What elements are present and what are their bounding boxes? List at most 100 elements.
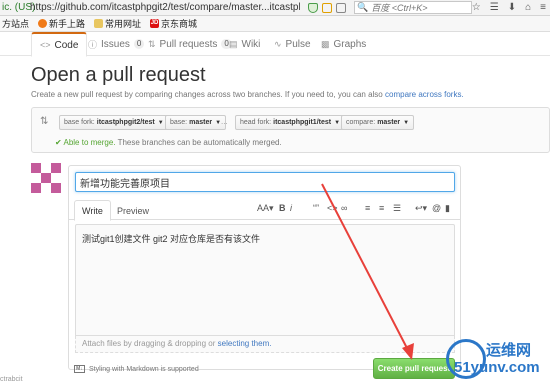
pull-request-form: Write Preview AA▾ B i “” <> ∞ ≡ ≡ ☰ ↩▾ @… [68, 165, 461, 370]
graph-icon: ▩ [321, 38, 330, 49]
bookmark-label: 常用网址 [105, 19, 142, 29]
jd-icon: JD [150, 19, 160, 28]
italic-icon[interactable]: i [290, 203, 292, 213]
editor-tabs: Write Preview AA▾ B i “” <> ∞ ≡ ≡ ☰ ↩▾ @… [69, 198, 460, 221]
tab-pulse[interactable]: ∿ Pulse [274, 32, 311, 56]
merge-note: These branches can be automatically merg… [117, 138, 282, 147]
numbered-list-icon[interactable]: ≡ [379, 203, 384, 213]
base-branch-select[interactable]: base: master ▼ [165, 115, 227, 130]
bookmark-getting-started[interactable]: 新手上路 [38, 17, 85, 30]
caret-down-icon: ▼ [334, 119, 341, 126]
bookmark-label: 方站点 [2, 19, 30, 29]
merge-status: ✔ Able to merge. These branches can be a… [55, 138, 282, 147]
search-box[interactable]: 🔍 [354, 1, 472, 14]
create-pull-request-button[interactable]: Create pull request [373, 358, 455, 379]
base-fork-select[interactable]: base fork: itcastphpgit2/test ▼ [59, 115, 169, 130]
pulse-icon: ∿ [274, 38, 282, 49]
tab-graphs[interactable]: ▩ Graphs [321, 32, 366, 56]
avatar[interactable] [31, 163, 61, 193]
page-subtitle: Create a new pull request by comparing c… [31, 90, 464, 99]
quote-icon[interactable]: “” [313, 203, 319, 213]
bookmark-icon[interactable]: ▮ [445, 203, 450, 214]
check-icon: ✔ [55, 138, 62, 147]
book-icon: ▤ [229, 38, 238, 49]
subtitle-text: Create a new pull request by comparing c… [31, 90, 383, 99]
tab-pull-requests[interactable]: ⇅ Pull requests 0 [148, 32, 232, 56]
search-icon: 🔍 [357, 2, 369, 12]
tab-issues[interactable]: ⓘ Issues 0 [88, 32, 145, 56]
caret-down-icon: ▼ [403, 119, 410, 126]
tab-wiki[interactable]: ▤ Wiki [229, 32, 260, 56]
select-label: compare: [346, 119, 376, 126]
bookmark-label: 京东商城 [161, 19, 198, 29]
bookmark-jd[interactable]: JD 京东商城 [150, 17, 197, 30]
tab-label: Wiki [241, 38, 261, 50]
menu-icon[interactable]: ≡ [540, 2, 546, 13]
issues-counter: 0 [133, 39, 145, 49]
download-icon[interactable]: ⬇ [508, 2, 516, 13]
list-icon[interactable]: ☰ [490, 2, 499, 13]
page-title: Open a pull request [31, 64, 206, 86]
tab-label: Pull requests [159, 38, 218, 50]
watermark-logo: 运维网 51yunv.com [446, 337, 550, 384]
folder-icon [94, 19, 104, 28]
tab-code[interactable]: <> Code [31, 32, 88, 57]
search-input[interactable] [371, 2, 468, 13]
attach-files-bar: Attach files by dragging & dropping or s… [75, 336, 455, 353]
text-size-icon[interactable]: AA▾ [257, 203, 274, 214]
watermark-top: 运维网 [486, 342, 532, 359]
dropdown-icon[interactable] [336, 2, 346, 13]
link-icon[interactable]: ∞ [341, 203, 347, 213]
select-label: head fork: [240, 119, 272, 126]
bookmark-label: 新手上路 [49, 19, 86, 29]
bookmark-sites[interactable]: 方站点 [2, 17, 29, 30]
compare-branch-select[interactable]: compare: master ▼ [341, 115, 415, 130]
markdown-icon: M↓ [74, 365, 85, 373]
reply-icon[interactable]: ↩▾ [415, 203, 427, 214]
compare-box: ⇅ base fork: itcastphpgit2/test ▼ base: … [31, 107, 550, 153]
select-value: master [189, 119, 213, 126]
bullet-list-icon[interactable]: ≡ [365, 203, 370, 213]
pull-request-icon: ⇅ [148, 38, 156, 49]
select-label: base: [170, 119, 188, 126]
head-fork-select[interactable]: head fork: itcastphpgit1/test ▼ [235, 115, 346, 130]
bookmarks-bar: 方站点 新手上路 常用网址 JD 京东商城 [0, 16, 550, 32]
lightning-icon[interactable] [322, 2, 332, 13]
url-field[interactable]: https://github.com/itcastphpgit2/test/co… [30, 2, 300, 13]
tab-preview[interactable]: Preview [110, 200, 156, 221]
pr-body-textarea[interactable]: 测试git1创建文件 git2 对应仓库是否有该文件 [75, 224, 455, 336]
select-value: itcastphpgit1/test [273, 119, 332, 126]
tab-label: Graphs [333, 38, 367, 50]
select-files-link[interactable]: selecting them. [218, 339, 272, 348]
security-indicator[interactable]: ic. (US) [0, 2, 35, 13]
attach-text: Attach files by dragging & dropping or [82, 339, 216, 348]
repo-nav: <> Code ⓘ Issues 0 ⇅ Pull requests 0 ▤ W… [0, 32, 550, 57]
address-bar: ic. (US) https://github.com/itcastphpgit… [0, 0, 550, 16]
tab-label: Code [54, 39, 79, 51]
bookmark-common-sites[interactable]: 常用网址 [94, 17, 141, 30]
caret-down-icon: ▼ [157, 119, 164, 126]
shield-icon[interactable] [308, 2, 318, 13]
tab-label: Pulse [285, 38, 311, 50]
markdown-note: M↓ Styling with Markdown is supported [74, 365, 199, 373]
watermark-bottom: 51yunv.com [454, 359, 540, 376]
code-icon[interactable]: <> [327, 203, 338, 213]
task-list-icon[interactable]: ☰ [393, 203, 401, 214]
code-icon: <> [40, 40, 51, 50]
star-icon[interactable]: ☆ [472, 2, 481, 13]
merge-ok-label: Able to merge. [63, 138, 116, 147]
firefox-icon [38, 19, 48, 28]
tab-label: Issues [101, 38, 130, 50]
ellipsis-separator: ... [221, 117, 228, 126]
issue-icon: ⓘ [88, 39, 98, 50]
select-value: itcastphpgit2/test [96, 119, 155, 126]
compare-forks-link[interactable]: compare across forks. [385, 90, 464, 99]
home-icon[interactable]: ⌂ [525, 2, 531, 13]
tab-write[interactable]: Write [74, 200, 111, 221]
pr-title-input[interactable] [75, 172, 455, 192]
markdown-note-text: Styling with Markdown is supported [89, 365, 199, 373]
bold-icon[interactable]: B [279, 203, 286, 213]
mention-icon[interactable]: @ [432, 203, 441, 213]
select-value: master [377, 119, 401, 126]
compare-icon: ⇅ [40, 116, 49, 127]
